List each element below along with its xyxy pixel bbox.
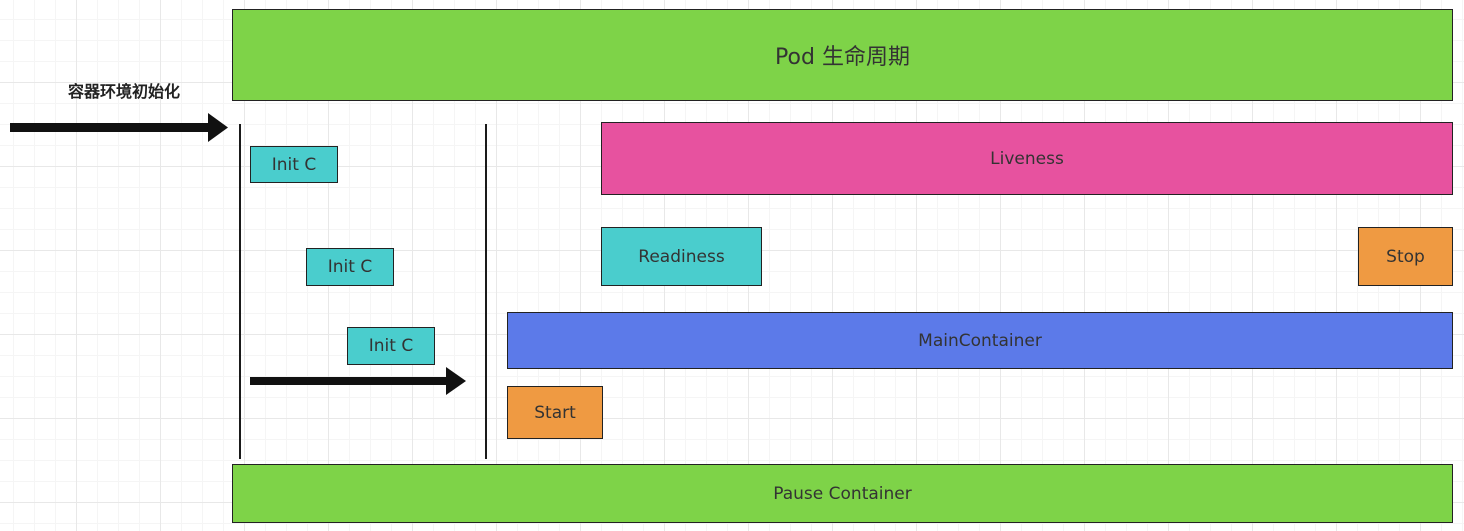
env-init-arrow-icon xyxy=(10,113,228,142)
init-container-label: Init C xyxy=(327,257,373,277)
pod-lifecycle-label: Pod 生命周期 xyxy=(775,45,910,70)
stop-hook-box: Stop xyxy=(1358,227,1453,286)
init-container-label: Init C xyxy=(368,336,414,356)
pause-container-box: Pause Container xyxy=(232,464,1453,523)
readiness-label: Readiness xyxy=(638,246,725,267)
init-progress-arrow-icon xyxy=(250,367,466,395)
env-init-label: 容器环境初始化 xyxy=(68,82,181,101)
init-container-label: Init C xyxy=(271,154,317,175)
pause-container-label: Pause Container xyxy=(773,483,912,504)
main-container-label: MainContainer xyxy=(918,330,1042,351)
liveness-probe-box: Liveness xyxy=(601,122,1453,195)
init-phase-start-line xyxy=(239,124,241,459)
liveness-label: Liveness xyxy=(990,148,1064,169)
init-container-1: Init C xyxy=(250,146,338,183)
stop-label: Stop xyxy=(1386,246,1425,267)
start-label: Start xyxy=(534,402,576,423)
main-container-box: MainContainer xyxy=(507,312,1453,369)
init-phase-end-line xyxy=(485,124,487,459)
pod-lifecycle-box: Pod 生命周期 xyxy=(232,9,1453,101)
init-container-3: Init C xyxy=(347,327,435,365)
readiness-probe-box: Readiness xyxy=(601,227,762,286)
init-container-2: Init C xyxy=(306,248,394,286)
start-hook-box: Start xyxy=(507,386,603,439)
